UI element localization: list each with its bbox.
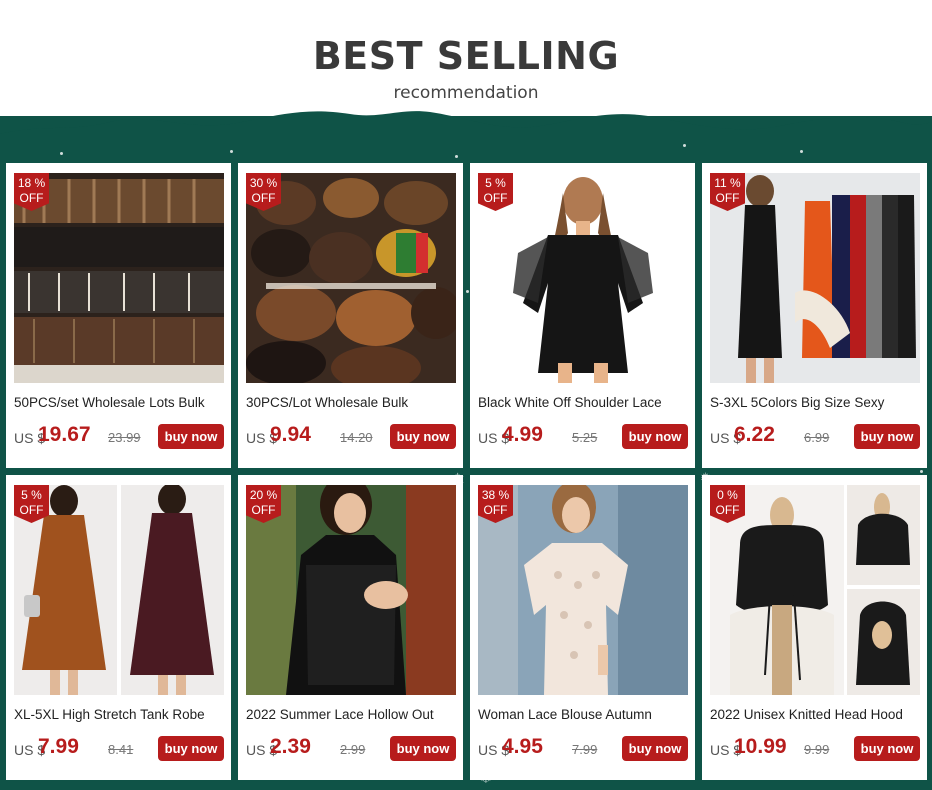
sale-price: 10.99 (734, 735, 787, 758)
snow-dot (455, 155, 458, 158)
sale-price: 6.22 (734, 423, 775, 446)
discount-badge: 5 % OFF (478, 173, 513, 211)
buy-now-button[interactable]: buy now (390, 736, 456, 761)
discount-badge: 18 % OFF (14, 173, 49, 211)
buy-now-button[interactable]: buy now (158, 736, 224, 761)
price-row: US $ 6.22 6.99 buy now (710, 423, 920, 449)
discount-badge: 5 % OFF (14, 485, 49, 523)
original-price: 6.99 (804, 430, 830, 445)
page-subtitle: recommendation (393, 83, 539, 103)
sale-price: 2.39 (270, 735, 311, 758)
original-price: 8.41 (108, 742, 134, 757)
buy-now-button[interactable]: buy now (854, 424, 920, 449)
buy-now-button[interactable]: buy now (622, 736, 688, 761)
page-title: BEST SELLING (312, 34, 620, 78)
product-name[interactable]: XL-5XL High Stretch Tank Robe (14, 707, 224, 722)
price-row: US $ 19.67 23.99 buy now (14, 423, 224, 449)
product-card[interactable]: 20 % OFF 2022 Summer Lace Hollow Out US $… (238, 475, 463, 780)
discount-badge: 0 % OFF (710, 485, 745, 523)
snow-dot (466, 290, 469, 293)
snow-dot (920, 470, 923, 473)
price-row: US $ 10.99 9.99 buy now (710, 735, 920, 761)
price-row: US $ 9.94 14.20 buy now (246, 423, 456, 449)
product-name[interactable]: Black White Off Shoulder Lace (478, 395, 688, 410)
price-row: US $ 4.95 7.99 buy now (478, 735, 688, 761)
discount-badge: 20 % OFF (246, 485, 281, 523)
product-card[interactable]: 11 % OFF S-3XL 5Colors Big Size Sexy US $… (702, 163, 927, 468)
original-price: 9.99 (804, 742, 830, 757)
buy-now-button[interactable]: buy now (158, 424, 224, 449)
product-name[interactable]: S-3XL 5Colors Big Size Sexy (710, 395, 920, 410)
product-card[interactable]: 5 % OFF Black White Off Shoulder Lace US … (470, 163, 695, 468)
product-name[interactable]: 2022 Unisex Knitted Head Hood (710, 707, 920, 722)
original-price: 23.99 (108, 430, 141, 445)
product-name[interactable]: 50PCS/set Wholesale Lots Bulk (14, 395, 224, 410)
buy-now-button[interactable]: buy now (854, 736, 920, 761)
product-card[interactable]: 0 % OFF 2022 Unisex Knitted Head Hood US … (702, 475, 927, 780)
snow-dot (800, 150, 803, 153)
price-row: US $ 4.99 5.25 buy now (478, 423, 688, 449)
sale-price: 4.99 (502, 423, 543, 446)
snow-wave-decoration (0, 111, 932, 144)
original-price: 7.99 (572, 742, 598, 757)
discount-badge: 11 % OFF (710, 173, 745, 211)
snow-dot (230, 150, 233, 153)
sale-price: 4.95 (502, 735, 543, 758)
original-price: 14.20 (340, 430, 373, 445)
product-card[interactable]: 18 % OFF 50PCS/set Wholesale Lots Bulk US… (6, 163, 231, 468)
original-price: 5.25 (572, 430, 598, 445)
product-card[interactable]: 38 % OFF Woman Lace Blouse Autumn US $ 4.… (470, 475, 695, 780)
discount-badge: 30 % OFF (246, 173, 281, 211)
price-row: US $ 2.39 2.99 buy now (246, 735, 456, 761)
buy-now-button[interactable]: buy now (622, 424, 688, 449)
price-row: US $ 7.99 8.41 buy now (14, 735, 224, 761)
snow-dot (60, 152, 63, 155)
buy-now-button[interactable]: buy now (390, 424, 456, 449)
product-card[interactable]: 5 % OFF XL-5XL High Stretch Tank Robe US … (6, 475, 231, 780)
discount-badge: 38 % OFF (478, 485, 513, 523)
product-card[interactable]: 30 % OFF 30PCS/Lot Wholesale Bulk US $ 9.… (238, 163, 463, 468)
product-name[interactable]: 2022 Summer Lace Hollow Out (246, 707, 456, 722)
product-name[interactable]: Woman Lace Blouse Autumn (478, 707, 688, 722)
original-price: 2.99 (340, 742, 366, 757)
sale-price: 19.67 (38, 423, 91, 446)
snow-dot (683, 144, 686, 147)
sale-price: 7.99 (38, 735, 79, 758)
product-name[interactable]: 30PCS/Lot Wholesale Bulk (246, 395, 456, 410)
sale-price: 9.94 (270, 423, 311, 446)
